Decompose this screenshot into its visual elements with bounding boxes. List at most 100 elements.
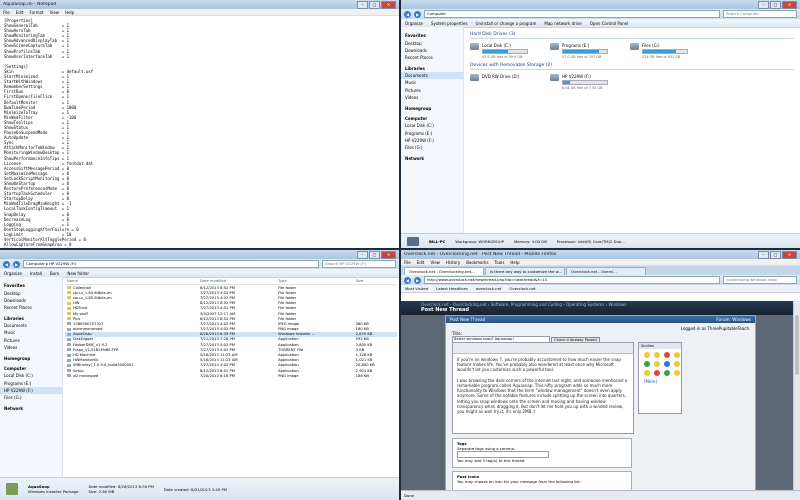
drive-item[interactable]: Files (G:) 224 GB free of 931 GB <box>630 43 692 59</box>
menu-help[interactable]: Help <box>65 10 74 15</box>
tab-1[interactable]: Overclock.net - Overclocking.net... <box>404 267 484 275</box>
close-icon[interactable]: ✕ <box>782 0 797 9</box>
nav-item-programs-e[interactable]: Programs (E:) <box>0 380 62 387</box>
back-arrow-icon[interactable]: ◀ <box>404 276 411 284</box>
command-install[interactable]: Install <box>30 271 42 276</box>
smiley-icon[interactable] <box>664 352 670 358</box>
drive-titlebar[interactable]: – □ ✕ <box>0 250 399 259</box>
nav-item-homegroup[interactable]: Homegroup <box>0 354 62 361</box>
nav-item-music[interactable]: Music <box>0 329 62 336</box>
nav-item-music[interactable]: Music <box>401 79 463 86</box>
search-input[interactable]: Search HP V229W (F:) <box>322 260 396 268</box>
command-organize[interactable]: Organize <box>405 21 423 26</box>
smiley-icon[interactable] <box>654 352 660 358</box>
nav-item-programs-e[interactable]: Programs (E:) <box>401 130 463 137</box>
command-open-control-panel[interactable]: Open Control Panel <box>590 21 628 26</box>
bookmark-most-visited[interactable]: Most Visited <box>405 286 428 291</box>
minimize-icon[interactable]: – <box>758 250 769 259</box>
command-system-properties[interactable]: System properties <box>431 21 468 26</box>
nav-item-documents[interactable]: Documents <box>0 322 62 329</box>
forward-arrow-icon[interactable]: ▶ <box>13 260 20 268</box>
drive-item[interactable]: Programs (E:) 57.0 GB free of 297 GB <box>550 43 612 59</box>
smilies-more-link[interactable]: [More] <box>639 379 681 384</box>
bookmark-overclock-net[interactable]: Overclock.net <box>509 286 535 291</box>
tags-input[interactable] <box>457 451 549 458</box>
nav-item-downloads[interactable]: Downloads <box>0 297 62 304</box>
command-map-network-drive[interactable]: Map network drive <box>544 21 581 26</box>
nav-item-favorites[interactable]: Favorites <box>0 282 62 289</box>
command-new-folder[interactable]: New folder <box>67 271 89 276</box>
nav-item-local-disk-c[interactable]: Local Disk (C:) <box>401 122 463 129</box>
drive-item[interactable]: HP V229W (F:) 6.44 GB free of 7.54 GB <box>550 74 612 90</box>
maximize-icon[interactable]: □ <box>770 0 781 9</box>
message-editor[interactable]: If you're on windows 7, you're probably … <box>452 342 634 434</box>
tab-3[interactable]: Overclock.net - Overcl... <box>566 267 646 275</box>
back-arrow-icon[interactable]: ◀ <box>3 260 10 268</box>
command-uninstall-or-change-a-program[interactable]: Uninstall or change a program <box>476 21 537 26</box>
nav-item-favorites[interactable]: Favorites <box>401 32 463 39</box>
maximize-icon[interactable]: □ <box>369 250 380 259</box>
address-bar[interactable]: Computer <box>424 10 720 18</box>
nav-item-pictures[interactable]: Pictures <box>0 337 62 344</box>
menu-help[interactable]: Help <box>510 260 519 265</box>
close-icon[interactable]: ✕ <box>381 0 396 9</box>
menu-tools[interactable]: Tools <box>495 260 505 265</box>
close-icon[interactable]: ✕ <box>782 250 797 259</box>
firefox-titlebar[interactable]: Overclock.net - Overclocking.net - Post … <box>401 250 800 259</box>
nav-item-videos[interactable]: Videos <box>401 94 463 101</box>
menu-file[interactable]: File <box>404 260 411 265</box>
url-bar[interactable]: http://www.overclock.net/newthread.php?d… <box>424 276 720 284</box>
web-search-input[interactable]: customizing windows snap <box>723 276 797 284</box>
menu-view[interactable]: View <box>50 10 60 15</box>
menu-bookmarks[interactable]: Bookmarks <box>466 260 488 265</box>
table-row[interactable]: xD mncesped 7/20/2013 6:16 PM PNG image 186… <box>65 373 397 378</box>
nav-item-computer[interactable]: Computer <box>0 365 62 372</box>
nav-item-desktop[interactable]: Desktop <box>401 39 463 46</box>
bookmark-latest-headlines[interactable]: Latest Headlines <box>436 286 468 291</box>
drive-item[interactable]: DVD RW Drive (D:) <box>470 74 532 90</box>
nav-item-recent-places[interactable]: Recent Places <box>0 304 62 311</box>
menu-edit[interactable]: Edit <box>16 10 24 15</box>
nav-item-hp-v229w-f[interactable]: HP V229W (F:) <box>0 386 62 395</box>
menu-edit[interactable]: Edit <box>417 260 425 265</box>
notepad-text-area[interactable]: [Properties] ShowGeneralTab = 1 ShowAero… <box>0 16 399 248</box>
nav-item-videos[interactable]: Videos <box>0 344 62 351</box>
smiley-icon[interactable] <box>674 352 680 358</box>
smiley-icon[interactable] <box>664 370 670 376</box>
nav-item-network[interactable]: Network <box>0 405 62 412</box>
nav-item-desktop[interactable]: Desktop <box>0 289 62 296</box>
nav-item-pictures[interactable]: Pictures <box>401 87 463 94</box>
smiley-icon[interactable] <box>644 370 650 376</box>
menu-view[interactable]: View <box>430 260 440 265</box>
nav-item-hp-v229w-f[interactable]: HP V229W (F:) <box>401 137 463 144</box>
menu-file[interactable]: File <box>3 10 10 15</box>
minimize-icon[interactable]: – <box>758 0 769 9</box>
maximize-icon[interactable]: □ <box>770 250 781 259</box>
minimize-icon[interactable]: – <box>357 0 368 9</box>
smiley-icon[interactable] <box>674 370 680 376</box>
nav-item-files-g[interactable]: Files (G:) <box>401 144 463 151</box>
computer-titlebar[interactable]: – □ ✕ <box>401 0 800 9</box>
smiley-icon[interactable] <box>654 370 660 376</box>
smiley-icon[interactable] <box>644 352 650 358</box>
hdd-section-header[interactable]: Hard Disk Drives (3) <box>470 32 794 39</box>
back-arrow-icon[interactable]: ◀ <box>404 10 411 18</box>
menu-history[interactable]: History <box>446 260 460 265</box>
forward-arrow-icon[interactable]: ▶ <box>414 276 421 284</box>
notepad-titlebar[interactable]: AquaSnap.ini - Notepad – □ ✕ <box>0 0 399 9</box>
nav-item-recent-places[interactable]: Recent Places <box>401 54 463 61</box>
smiley-icon[interactable] <box>664 361 670 367</box>
nav-item-computer[interactable]: Computer <box>401 115 463 122</box>
nav-item-documents[interactable]: Documents <box>401 71 463 80</box>
removable-section-header[interactable]: Devices with Removable Storage (2) <box>470 63 794 70</box>
close-icon[interactable]: ✕ <box>381 250 396 259</box>
bookmark-overclock-net[interactable]: overclock.net <box>476 286 502 291</box>
page-scrollbar[interactable] <box>793 301 800 491</box>
tab-2[interactable]: Is there any way to customize the w... <box>485 267 565 275</box>
message-body[interactable]: If you're on windows 7, you're probably … <box>453 354 633 417</box>
nav-item-local-disk-c[interactable]: Local Disk (C:) <box>0 372 62 379</box>
address-bar[interactable]: Computer ▸ HP V229W (F:) <box>23 260 319 268</box>
command-burn[interactable]: Burn <box>50 271 59 276</box>
nav-item-network[interactable]: Network <box>401 155 463 162</box>
minimize-icon[interactable]: – <box>357 250 368 259</box>
